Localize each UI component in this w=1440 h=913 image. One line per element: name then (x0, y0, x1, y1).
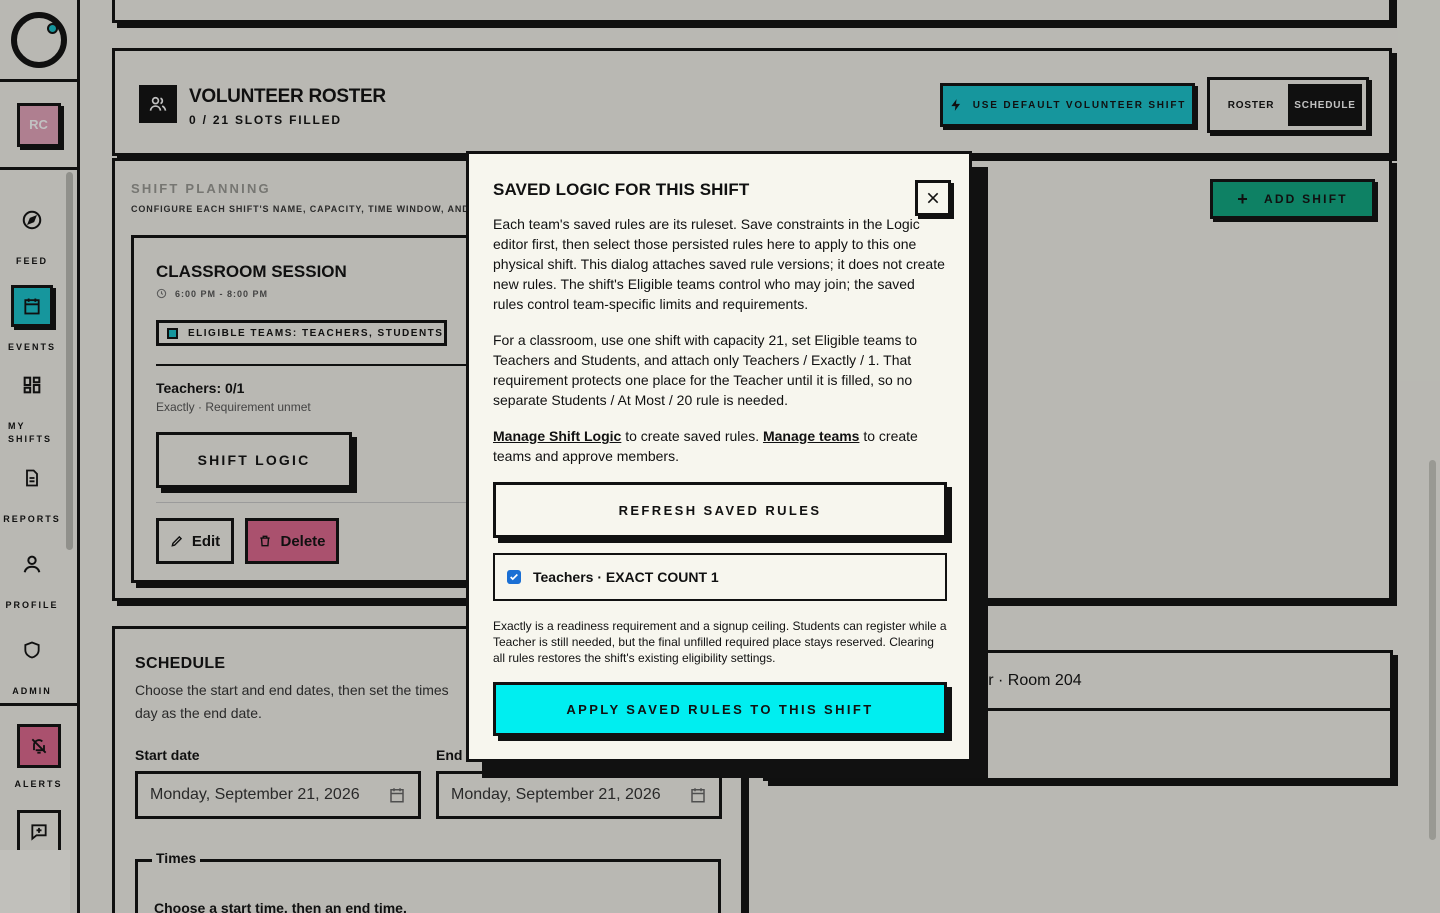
dialog-paragraph-2: For a classroom, use one shift with capa… (493, 332, 918, 408)
checkmark-icon (510, 573, 518, 581)
saved-logic-dialog: SAVED LOGIC FOR THIS SHIFT Each team's s… (466, 151, 972, 762)
dialog-paragraph-1: Each team's saved rules are its ruleset.… (493, 216, 945, 312)
links-text-1: to create saved rules. (621, 428, 763, 444)
close-button[interactable] (915, 180, 951, 216)
rule-help-note: Exactly is a readiness requirement and a… (493, 619, 947, 665)
refresh-saved-rules-button[interactable]: REFRESH SAVED RULES (493, 482, 947, 538)
manage-teams-link[interactable]: Manage teams (763, 428, 859, 444)
rule-checkbox[interactable] (507, 570, 521, 584)
rule-label: Teachers · EXACT COUNT 1 (533, 569, 719, 585)
apply-saved-rules-button[interactable]: APPLY SAVED RULES TO THIS SHIFT (493, 682, 947, 736)
dialog-links-paragraph: Manage Shift Logic to create saved rules… (493, 426, 949, 466)
saved-rule-option[interactable]: Teachers · EXACT COUNT 1 (493, 553, 947, 601)
dialog-title: SAVED LOGIC FOR THIS SHIFT (493, 180, 750, 199)
manage-shift-logic-link[interactable]: Manage Shift Logic (493, 428, 621, 444)
close-icon (927, 192, 939, 204)
